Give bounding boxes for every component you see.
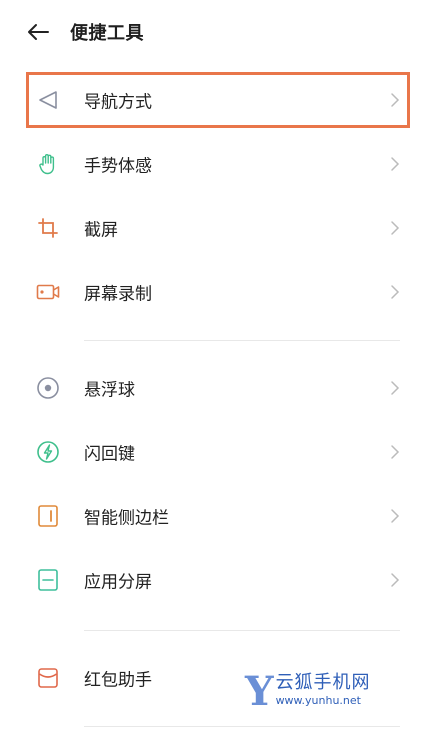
chevron-right-icon [391,509,400,523]
list-item-label: 应用分屏 [84,572,152,593]
chevron-right-icon [391,285,400,299]
flashback-key-icon [36,440,60,464]
watermark: Y 云狐手机网 www.yunhu.net [245,672,415,714]
list-item-label: 闪回键 [84,444,135,465]
highlight-box [26,72,410,128]
watermark-brand: 云狐手机网 [275,672,371,693]
divider [84,340,400,341]
chevron-right-icon [391,157,400,171]
divider [84,630,400,631]
list-item-label: 智能侧边栏 [84,508,169,529]
split-screen-icon [36,568,60,592]
page-title: 便捷工具 [70,23,144,44]
chevron-right-icon [391,221,400,235]
header: 便捷工具 [0,0,431,64]
list-item-screenshot[interactable]: 截屏 [26,198,412,258]
list-item-gesture[interactable]: 手势体感 [26,134,412,194]
list-item-label: 红包助手 [84,670,152,691]
divider [84,726,400,727]
list-item-label: 手势体感 [84,156,152,177]
watermark-logo-icon: Y [245,668,274,715]
red-envelope-icon [36,666,60,690]
screen-record-icon [36,280,60,304]
chevron-right-icon [391,573,400,587]
chevron-right-icon [391,381,400,395]
floating-ball-icon [36,376,60,400]
list-item-screen-record[interactable]: 屏幕录制 [26,262,412,322]
back-arrow-icon[interactable] [24,18,52,46]
smart-sidebar-icon [36,504,60,528]
watermark-url: www.yunhu.net [275,694,361,707]
list-item-floating-ball[interactable]: 悬浮球 [26,358,412,418]
list-item-flashback-key[interactable]: 闪回键 [26,422,412,482]
list-item-smart-sidebar[interactable]: 智能侧边栏 [26,486,412,546]
list-item-split-screen[interactable]: 应用分屏 [26,550,412,610]
crop-screenshot-icon [36,216,60,240]
list-item-label: 悬浮球 [84,380,135,401]
hand-gesture-icon [36,152,60,176]
list-item-label: 屏幕录制 [84,284,152,305]
chevron-right-icon [391,445,400,459]
list-item-label: 截屏 [84,220,118,241]
